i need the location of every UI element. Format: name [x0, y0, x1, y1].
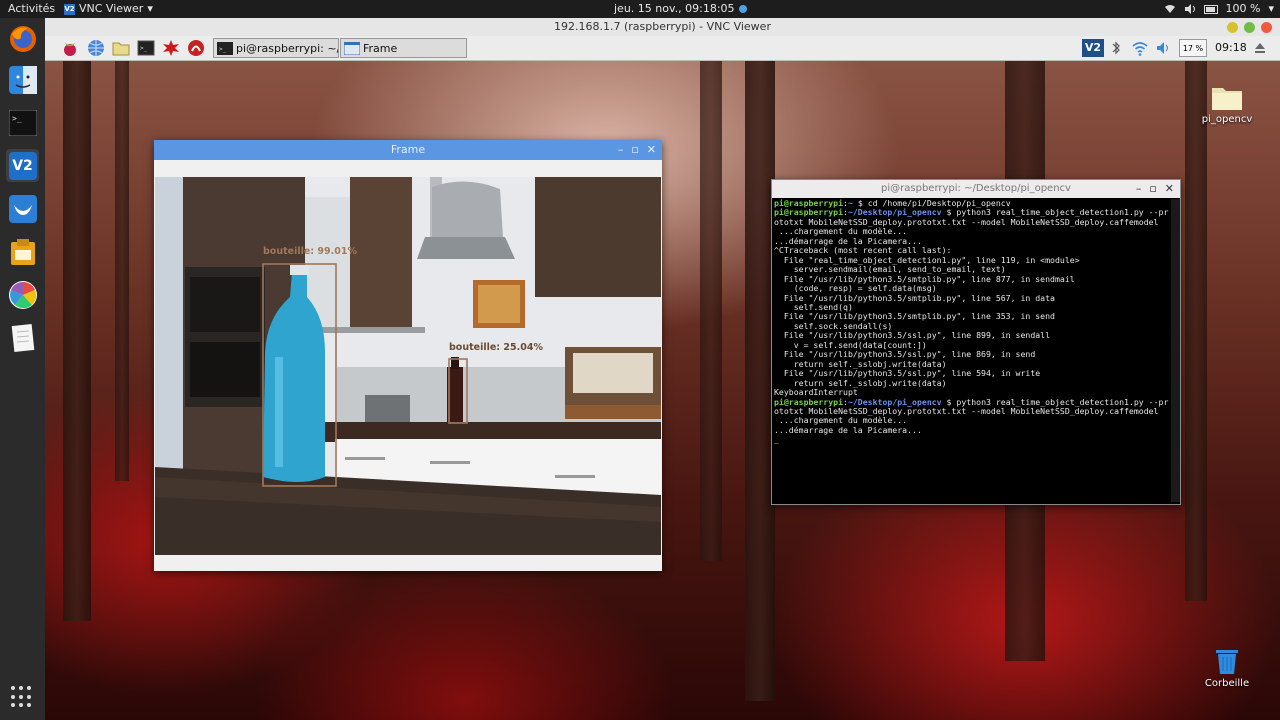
dock: >_ V2: [0, 18, 45, 720]
tree-trunk: [115, 61, 129, 481]
math-kernel-icon[interactable]: [162, 39, 180, 57]
minimize-icon[interactable]: –: [618, 140, 624, 160]
app-menu[interactable]: V2 VNC Viewer ▾: [64, 0, 153, 18]
chevron-down-icon: ▾: [1268, 2, 1274, 15]
firefox-icon[interactable]: [6, 22, 39, 55]
taskbar-frame[interactable]: Frame: [340, 38, 467, 58]
show-applications-icon[interactable]: [11, 686, 33, 708]
file-manager-icon[interactable]: [112, 39, 130, 57]
volume-icon: [1184, 4, 1195, 14]
frame-title-bar[interactable]: Frame – ▫ ✕: [154, 140, 662, 160]
taskbar-terminal-label: pi@raspberrypi: ~/De...: [236, 42, 338, 55]
terminal-output[interactable]: pi@raspberrypi:~ $ cd /home/pi/Desktop/p…: [773, 199, 1170, 502]
window-icon: [344, 42, 360, 55]
detection-label: bouteille: 25.04%: [449, 342, 543, 353]
system-tray[interactable]: 100 % ▾: [1164, 0, 1274, 18]
chevron-down-icon: ▾: [147, 2, 153, 15]
terminal-icon: >_: [217, 42, 233, 55]
terminal-scrollbar[interactable]: [1171, 199, 1180, 502]
minimize-icon[interactable]: [1227, 22, 1238, 33]
app-menu-label: VNC Viewer: [79, 2, 144, 15]
panel-clock[interactable]: 09:18: [1215, 39, 1247, 57]
tree-trunk: [700, 61, 722, 561]
maximize-icon[interactable]: ▫: [1149, 180, 1156, 198]
vnc-server-icon[interactable]: V2: [1082, 39, 1104, 57]
close-icon[interactable]: [1261, 22, 1272, 33]
terminal-window-title: pi@raspberrypi: ~/Desktop/pi_opencv: [881, 183, 1071, 194]
wolfram-icon[interactable]: [187, 39, 205, 57]
top-bar: Activités V2 VNC Viewer ▾ jeu. 15 nov., …: [0, 0, 1280, 18]
frame-window-title: Frame: [390, 143, 426, 156]
maximize-icon[interactable]: [1244, 22, 1255, 33]
notes-icon[interactable]: [6, 321, 39, 354]
mail-icon[interactable]: [6, 192, 39, 225]
finder-icon[interactable]: [6, 63, 39, 96]
minimize-icon[interactable]: –: [1136, 180, 1142, 198]
terminal-icon[interactable]: >_: [6, 106, 39, 139]
folder-icon: [1212, 88, 1242, 110]
trash-icon: [1216, 650, 1238, 674]
vnc-viewer-icon[interactable]: V2: [6, 149, 39, 182]
terminal-window[interactable]: pi@raspberrypi: ~/Desktop/pi_opencv – ▫ …: [771, 179, 1181, 505]
vnc-window-title: 192.168.1.7 (raspberrypi) - VNC Viewer: [554, 20, 771, 33]
desktop-icon-label: Corbeille: [1204, 678, 1250, 689]
close-icon[interactable]: ✕: [1165, 180, 1174, 198]
eject-icon[interactable]: [1253, 39, 1267, 57]
close-icon[interactable]: ✕: [647, 140, 656, 160]
frame-window[interactable]: Frame – ▫ ✕ bouteille: 99.01% bouteille:…: [154, 140, 662, 571]
wifi-status-icon[interactable]: [1131, 39, 1149, 57]
tree-trunk: [63, 61, 91, 621]
activities-button[interactable]: Activités: [8, 0, 55, 18]
bluetooth-icon[interactable]: [1111, 39, 1121, 57]
cpu-monitor[interactable]: 17 %: [1179, 39, 1207, 57]
desktop-folder-pi-opencv[interactable]: pi_opencv: [1197, 83, 1257, 125]
desktop-icon-label: pi_opencv: [1201, 114, 1253, 125]
wifi-icon: [1164, 5, 1175, 13]
terminal-line: ...démarrage de la Picamera...: [774, 424, 922, 435]
svg-text:>_: >_: [140, 45, 148, 52]
kitchen-scene: [155, 177, 661, 555]
browser-icon[interactable]: [87, 39, 105, 57]
installer-icon[interactable]: [6, 235, 39, 268]
vnc-app-icon: V2: [64, 3, 75, 15]
maximize-icon[interactable]: ▫: [631, 140, 638, 160]
camera-frame: bouteille: 99.01% bouteille: 25.04%: [155, 177, 661, 555]
tree-trunk: [1185, 61, 1207, 601]
raspberry-pi-panel: >_ >_ pi@raspberrypi: ~/De... Frame V2 1…: [45, 36, 1280, 61]
terminal-title-bar[interactable]: pi@raspberrypi: ~/Desktop/pi_opencv – ▫ …: [772, 180, 1180, 198]
taskbar-terminal[interactable]: >_ pi@raspberrypi: ~/De...: [213, 38, 339, 58]
clock-text: jeu. 15 nov., 09:18:05: [614, 2, 735, 15]
svg-text:>_: >_: [12, 114, 22, 123]
battery-icon: [1203, 4, 1218, 14]
clock[interactable]: jeu. 15 nov., 09:18:05: [614, 0, 748, 18]
remote-desktop: pi_opencv Corbeille Frame – ▫ ✕ bouteill…: [45, 61, 1280, 720]
battery-level: 100 %: [1225, 2, 1261, 15]
photos-icon[interactable]: [6, 278, 39, 311]
terminal-cursor: _: [774, 434, 779, 445]
volume-status-icon[interactable]: [1156, 39, 1172, 57]
vnc-title-bar[interactable]: 192.168.1.7 (raspberrypi) - VNC Viewer: [45, 18, 1280, 36]
taskbar-frame-label: Frame: [363, 42, 398, 55]
terminal-launcher-icon[interactable]: >_: [137, 39, 155, 57]
detection-label: bouteille: 99.01%: [263, 246, 357, 257]
desktop-trash[interactable]: Corbeille: [1197, 647, 1257, 689]
notification-icon: [739, 5, 748, 13]
raspberry-menu-icon[interactable]: [61, 39, 79, 57]
svg-text:>_: >_: [219, 46, 227, 53]
